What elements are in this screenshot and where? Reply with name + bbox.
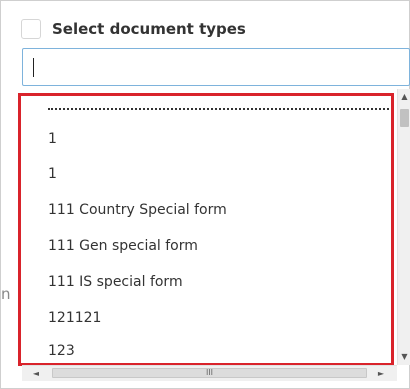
list-item[interactable]: 121121: [48, 310, 101, 326]
document-type-picker: Select document types n 1 1 111 Country …: [0, 0, 410, 389]
horizontal-scrollbar[interactable]: ◄ III ►: [22, 365, 397, 381]
list-item[interactable]: 111 IS special form: [48, 274, 183, 290]
document-type-list: 1 1 111 Country Special form 111 Gen spe…: [22, 89, 396, 365]
list-item[interactable]: 123: [48, 343, 75, 359]
list-item[interactable]: 1: [48, 166, 57, 182]
scroll-right-icon[interactable]: ►: [373, 366, 389, 381]
clipped-side-text: n: [1, 285, 11, 303]
list-item[interactable]: 1: [48, 131, 57, 147]
scroll-left-icon[interactable]: ◄: [28, 366, 44, 381]
search-input[interactable]: [22, 48, 410, 86]
dotted-separator: [48, 108, 393, 110]
select-all-label: Select document types: [52, 20, 246, 38]
vertical-scroll-thumb[interactable]: [400, 109, 409, 127]
scroll-up-icon[interactable]: ▲: [398, 89, 410, 105]
text-caret: [33, 58, 34, 77]
scroll-down-icon[interactable]: ▼: [398, 349, 410, 365]
list-item[interactable]: 111 Gen special form: [48, 238, 198, 254]
select-all-checkbox[interactable]: [21, 19, 41, 39]
select-all-row[interactable]: Select document types: [21, 15, 246, 43]
list-item[interactable]: 111 Country Special form: [48, 202, 227, 218]
vertical-scrollbar[interactable]: ▲ ▼: [397, 89, 410, 365]
horizontal-scroll-thumb[interactable]: III: [52, 368, 367, 378]
